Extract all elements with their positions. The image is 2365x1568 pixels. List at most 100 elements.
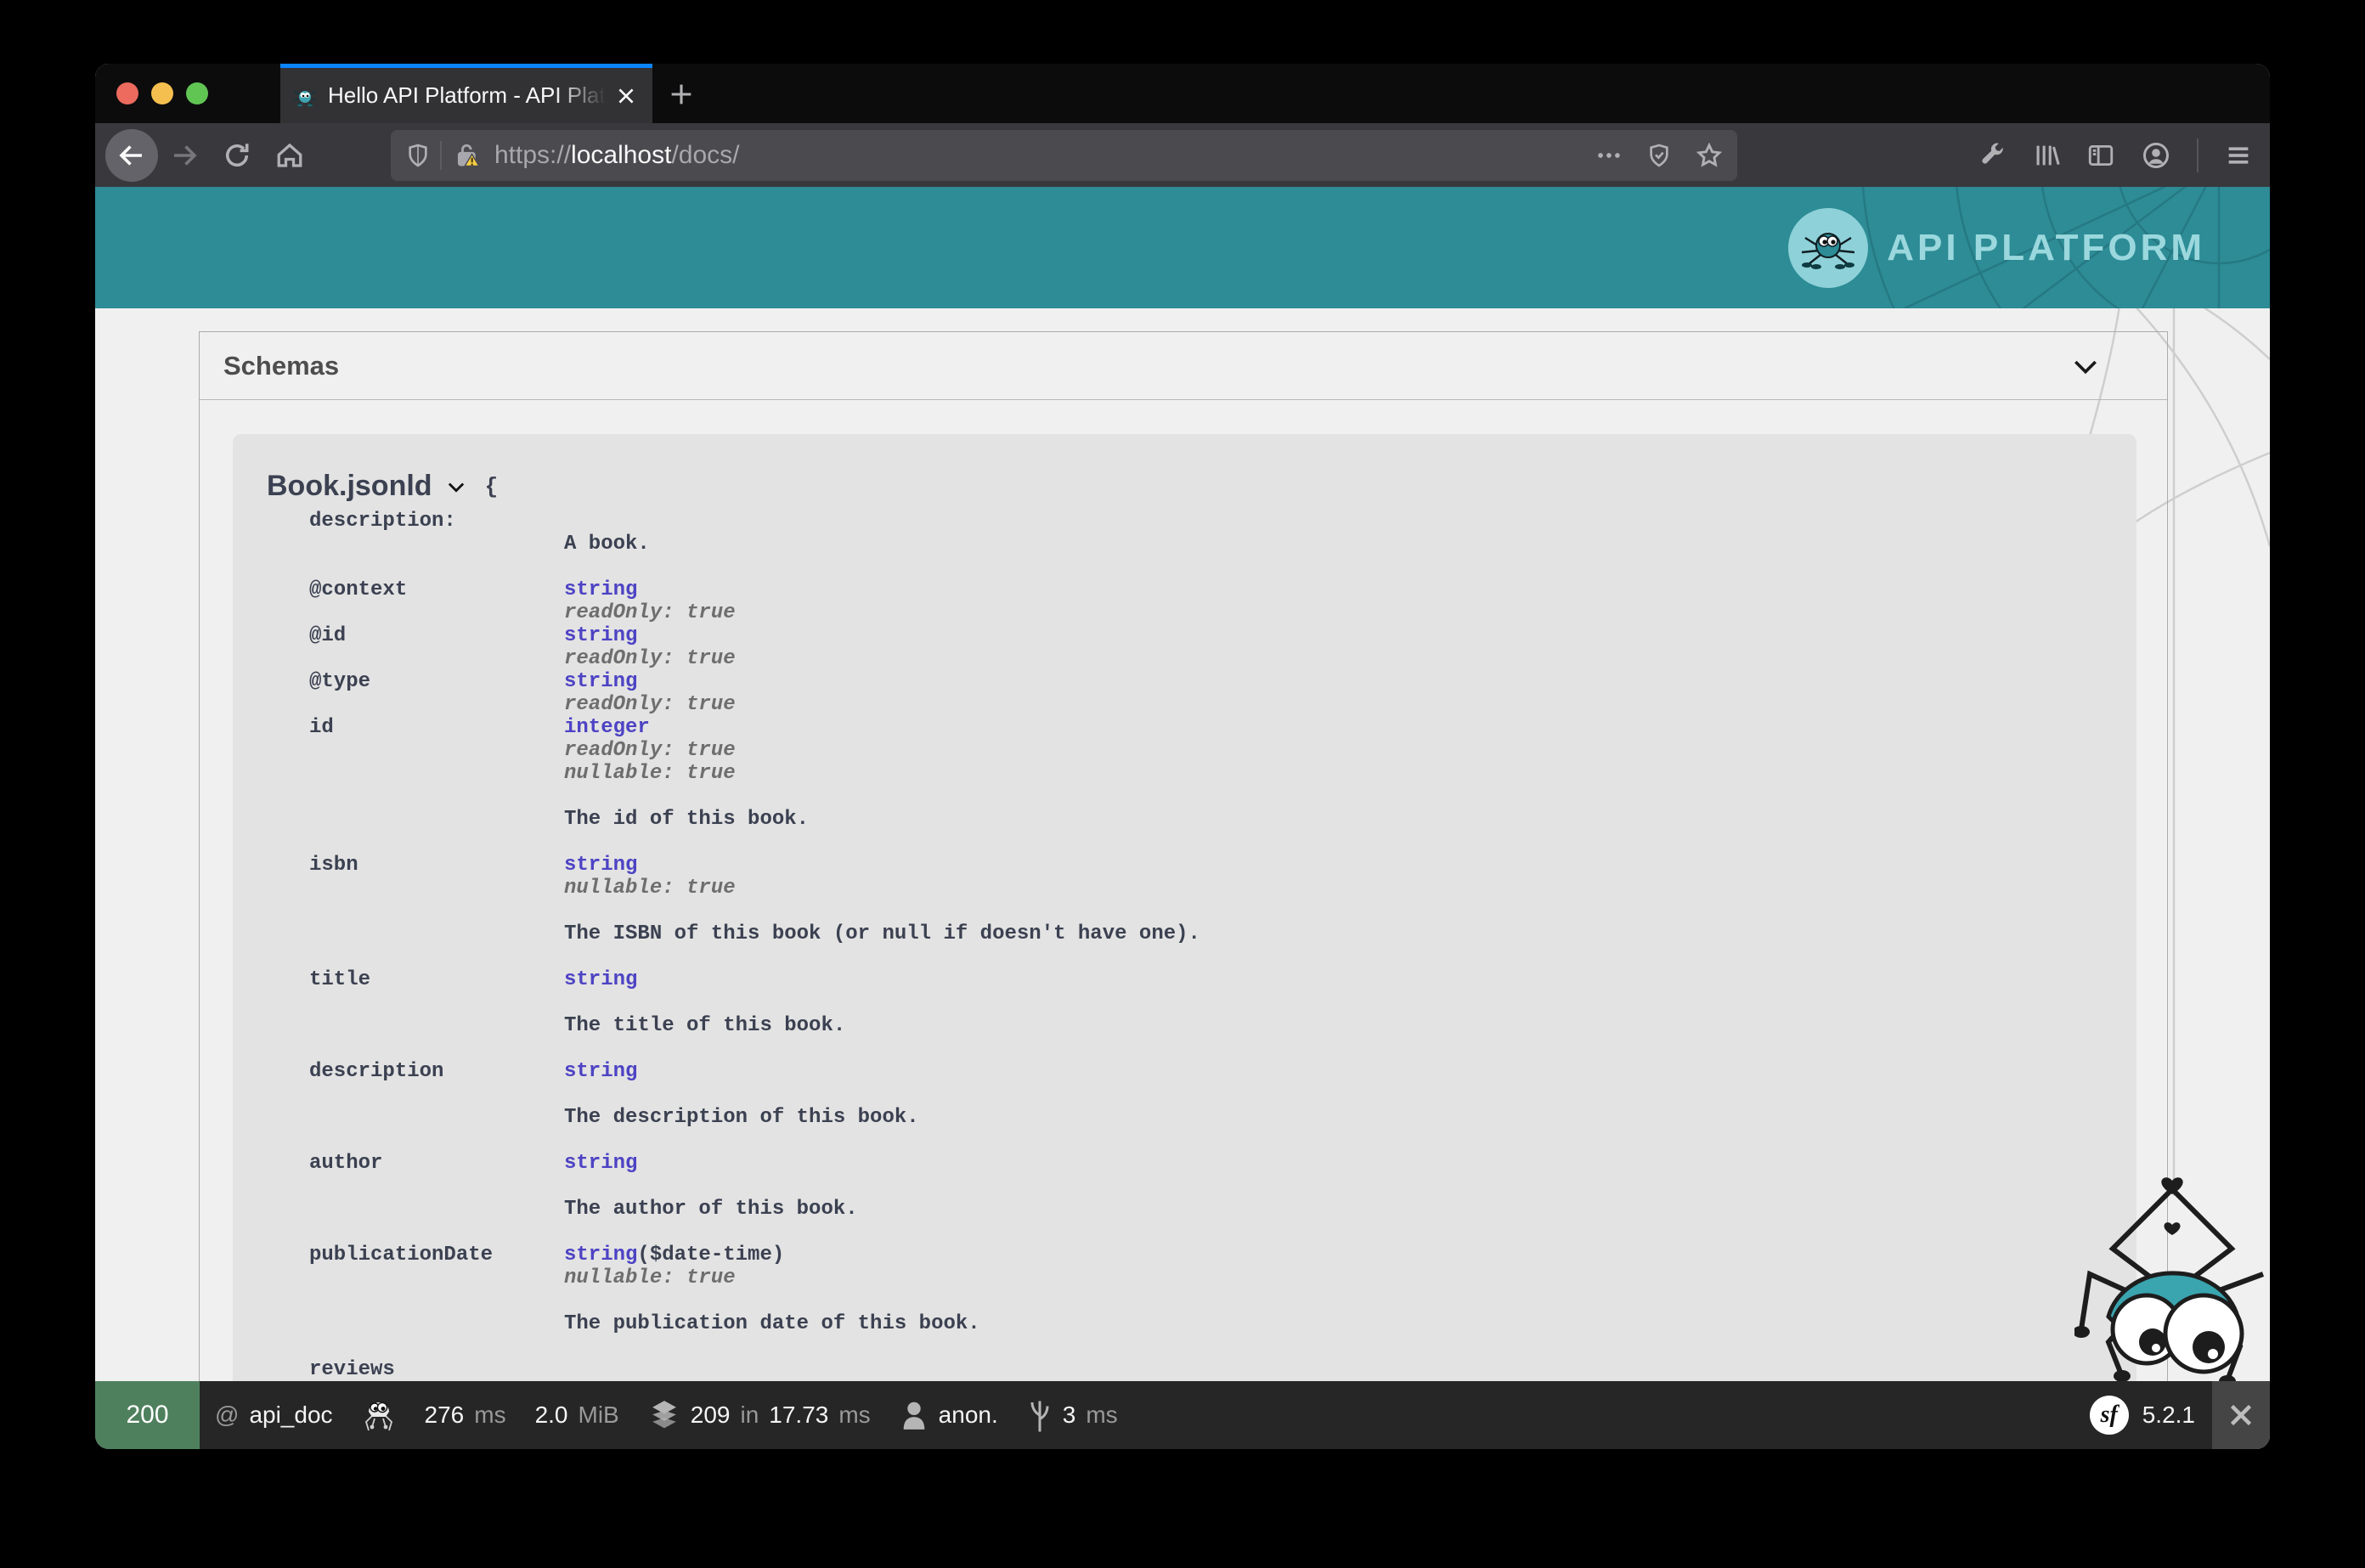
model-description-value-row: A book. (267, 533, 2103, 556)
navigation-toolbar: https://localhost/docs/ (95, 123, 2270, 187)
model-container-book-jsonld: Book.jsonld { description: A book (233, 434, 2136, 1449)
property-qualifier: readOnly: true (564, 601, 736, 624)
api-platform-spider-icon (362, 1396, 396, 1434)
schemas-section-header[interactable]: Schemas (200, 332, 2167, 400)
property-type-line: string (564, 578, 736, 601)
back-button[interactable] (105, 129, 158, 182)
memory-unit: MiB (579, 1402, 619, 1429)
account-profile-icon[interactable] (2141, 140, 2171, 171)
page-viewport: API PLATFORM Schemas (95, 187, 2270, 1449)
twig-panel[interactable]: 3 ms (1027, 1381, 1118, 1449)
user-name: anon. (939, 1402, 998, 1429)
property-type-line: string($date-time) (564, 1244, 980, 1266)
property-row: @idstringreadOnly: true (267, 624, 2103, 670)
tab-bar: Hello API Platform - API Platform (95, 64, 2270, 123)
toolbar-close-button[interactable] (2212, 1381, 2270, 1449)
request-time-panel[interactable]: 276 ms (425, 1381, 506, 1449)
reload-button[interactable] (211, 129, 263, 182)
model-description-label-row: description: (267, 510, 2103, 533)
property-type-line: string (564, 670, 736, 693)
tab-favicon-spider-icon (292, 83, 318, 109)
layers-icon (648, 1398, 680, 1432)
zoom-window-button[interactable] (186, 82, 208, 104)
menu-hamburger-icon[interactable] (2224, 141, 2253, 170)
browser-tab[interactable]: Hello API Platform - API Platform (280, 64, 652, 123)
symfony-version-panel[interactable]: sf 5.2.1 (2090, 1381, 2212, 1449)
page-actions-dots-icon[interactable] (1595, 141, 1623, 170)
browser-window: Hello API Platform - API Platform (95, 64, 2270, 1449)
devtools-wrench-icon[interactable] (1978, 141, 2007, 170)
property-row: @typestringreadOnly: true (267, 670, 2103, 716)
shield-check-icon[interactable] (1645, 142, 1673, 169)
url-host: localhost (571, 141, 671, 169)
home-button[interactable] (263, 129, 316, 182)
library-icon[interactable] (2032, 141, 2061, 170)
property-row: idintegerreadOnly: truenullable: trueThe… (267, 716, 2103, 854)
property-row: @contextstringreadOnly: true (267, 578, 2103, 624)
property-name: @type (309, 670, 564, 716)
schemas-section-title: Schemas (223, 351, 339, 381)
property-type: string (564, 968, 637, 991)
memory-panel[interactable]: 2.0 MiB (535, 1381, 619, 1449)
urlbar-divider (440, 141, 442, 170)
request-time-value: 276 (425, 1402, 465, 1429)
property-value: stringreadOnly: true (564, 670, 736, 716)
tracking-protection-shield-icon[interactable] (404, 142, 432, 169)
property-qualifier: readOnly: true (564, 647, 736, 670)
property-description: The author of this book. (564, 1198, 858, 1221)
property-row: isbnstringnullable: trueThe ISBN of this… (267, 854, 2103, 968)
minimize-window-button[interactable] (151, 82, 173, 104)
api-platform-header: API PLATFORM (95, 187, 2270, 308)
database-queries-panel[interactable]: 209 in 17.73 ms (648, 1381, 871, 1449)
property-value: string The author of this book. (564, 1152, 858, 1244)
property-type-line: string (564, 1060, 919, 1083)
property-value: stringnullable: trueThe ISBN of this boo… (564, 854, 1200, 968)
schemas-collapse-chevron-down-icon[interactable] (2069, 349, 2103, 383)
memory-value: 2.0 (535, 1402, 568, 1429)
property-value: stringThe description of this book. (564, 1060, 919, 1152)
property-name: @id (309, 624, 564, 670)
route-panel[interactable]: @ api_doc (215, 1381, 333, 1449)
insecure-lock-warning-icon[interactable] (452, 140, 483, 171)
property-type-line: string (564, 854, 1200, 877)
window-controls (116, 82, 208, 104)
close-window-button[interactable] (116, 82, 138, 104)
forward-button[interactable] (158, 129, 211, 182)
url-display[interactable]: https://localhost/docs/ (494, 141, 740, 170)
http-status-badge[interactable]: 200 (95, 1381, 200, 1449)
property-type: string (564, 1244, 637, 1266)
property-qualifier: readOnly: true (564, 739, 809, 762)
twig-leaf-icon (1027, 1397, 1053, 1433)
property-name: description (309, 1060, 564, 1152)
property-type: integer (564, 716, 650, 739)
new-tab-button[interactable] (663, 76, 700, 113)
model-collapse-chevron-down-icon[interactable] (444, 475, 468, 499)
property-name: title (309, 968, 564, 1060)
schemas-section: Schemas Book.jsonld (199, 331, 2168, 1449)
user-icon (900, 1398, 929, 1432)
api-platform-panel[interactable] (362, 1381, 396, 1449)
property-type-line: string (564, 968, 845, 991)
property-row: descriptionstringThe description of this… (267, 1060, 2103, 1152)
property-qualifier: nullable: true (564, 877, 1200, 900)
symfony-logo-icon: sf (2090, 1396, 2129, 1435)
property-value: string($date-time)nullable: trueThe publ… (564, 1244, 980, 1358)
symfony-version: 5.2.1 (2142, 1402, 2195, 1429)
property-name: id (309, 716, 564, 854)
model-description-value: A book. (564, 533, 650, 556)
property-type: string (564, 578, 637, 601)
address-bar[interactable]: https://localhost/docs/ (391, 130, 1737, 181)
tab-close-icon[interactable] (612, 82, 641, 110)
bookmark-star-icon[interactable] (1695, 141, 1724, 170)
tab-title: Hello API Platform - API Platform (328, 82, 612, 109)
model-description-label: description: (309, 510, 564, 533)
property-name: publicationDate (309, 1244, 564, 1358)
brand-wordmark: API PLATFORM (1887, 227, 2205, 269)
property-value: stringreadOnly: true (564, 624, 736, 670)
security-panel[interactable]: anon. (900, 1381, 998, 1449)
property-type-suffix: ($date-time) (637, 1244, 784, 1266)
property-description: The id of this book. (564, 808, 809, 831)
toolbar-separator (2197, 138, 2198, 172)
property-type: string (564, 1152, 637, 1175)
sidebar-toggle-icon[interactable] (2086, 141, 2115, 170)
